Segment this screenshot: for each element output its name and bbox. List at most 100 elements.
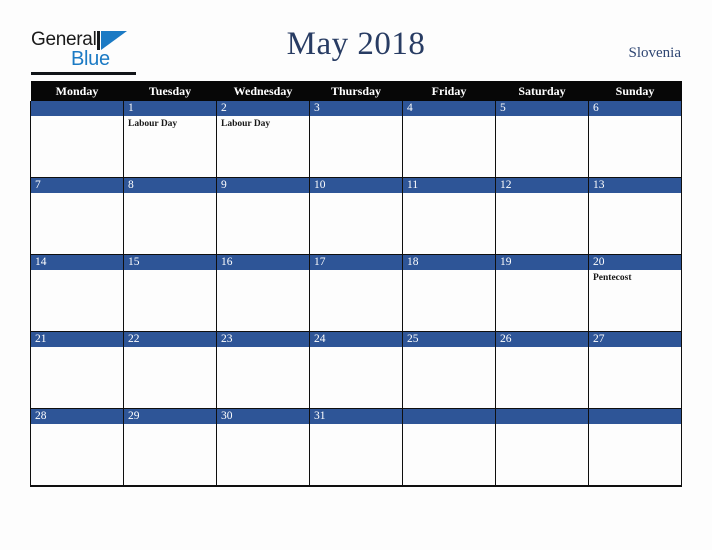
day-number — [403, 409, 495, 424]
day-number: 19 — [496, 255, 588, 270]
calendar-day-cell[interactable]: 19 — [495, 254, 589, 332]
calendar-day-cell[interactable]: 9 — [216, 177, 310, 255]
day-number: 31 — [310, 409, 402, 424]
page-header: General Blue May 2018 Slovenia — [0, 0, 712, 80]
day-events — [31, 193, 123, 196]
day-events — [217, 424, 309, 427]
day-number: 18 — [403, 255, 495, 270]
calendar-day-cell[interactable]: 26 — [495, 331, 589, 409]
calendar-day-cell[interactable]: 18 — [402, 254, 496, 332]
day-events — [310, 424, 402, 427]
weekday-header-sunday: Sunday — [588, 81, 682, 101]
day-events — [496, 424, 588, 427]
day-number — [31, 101, 123, 116]
day-number: 10 — [310, 178, 402, 193]
day-number: 4 — [403, 101, 495, 116]
day-events: Pentecost — [589, 270, 681, 284]
day-events — [496, 347, 588, 350]
calendar-day-cell[interactable]: 11 — [402, 177, 496, 255]
day-number: 6 — [589, 101, 681, 116]
calendar-day-cell[interactable]: 17 — [309, 254, 403, 332]
day-number — [589, 409, 681, 424]
day-events — [124, 193, 216, 196]
day-number: 16 — [217, 255, 309, 270]
logo-underline — [31, 72, 136, 75]
calendar-empty-cell[interactable] — [495, 408, 589, 487]
day-events — [589, 116, 681, 119]
weekday-header-friday: Friday — [402, 81, 496, 101]
calendar-body: 1 Labour Day 2 Labour Day 3 4 5 6 7 8 9 10 11 12 13 14 1… — [30, 101, 682, 487]
holiday-label: Pentecost — [593, 273, 632, 283]
calendar-day-cell[interactable]: 31 — [309, 408, 403, 487]
day-number: 12 — [496, 178, 588, 193]
day-events — [403, 270, 495, 273]
weekday-header-row: Monday Tuesday Wednesday Thursday Friday Satu… — [30, 81, 682, 101]
calendar-grid: Monday Tuesday Wednesday Thursday Friday Satu… — [30, 81, 682, 487]
day-number: 14 — [31, 255, 123, 270]
weekday-header-thursday: Thursday — [309, 81, 403, 101]
day-events — [589, 193, 681, 196]
calendar-day-cell[interactable]: 25 — [402, 331, 496, 409]
weekday-header-tuesday: Tuesday — [123, 81, 217, 101]
calendar-day-cell[interactable]: 4 — [402, 101, 496, 178]
calendar-week-row: 21 22 23 24 25 26 27 — [30, 331, 682, 409]
calendar-day-cell[interactable]: 3 — [309, 101, 403, 178]
day-events — [403, 424, 495, 427]
calendar-day-cell[interactable]: 20 Pentecost — [588, 254, 682, 332]
day-events — [217, 270, 309, 273]
day-number: 21 — [31, 332, 123, 347]
day-number: 5 — [496, 101, 588, 116]
day-number: 20 — [589, 255, 681, 270]
calendar-day-cell[interactable]: 6 — [588, 101, 682, 178]
day-events — [31, 347, 123, 350]
calendar-day-cell[interactable]: 24 — [309, 331, 403, 409]
day-events — [310, 347, 402, 350]
holiday-label: Labour Day — [128, 119, 178, 129]
day-number: 24 — [310, 332, 402, 347]
day-number: 7 — [31, 178, 123, 193]
weekday-header-wednesday: Wednesday — [216, 81, 310, 101]
day-events — [403, 347, 495, 350]
day-number: 30 — [217, 409, 309, 424]
day-events — [496, 193, 588, 196]
day-events — [124, 347, 216, 350]
calendar-day-cell[interactable]: 1 Labour Day — [123, 101, 217, 178]
day-number — [496, 409, 588, 424]
calendar-day-cell[interactable]: 13 — [588, 177, 682, 255]
day-events — [124, 424, 216, 427]
calendar-day-cell[interactable]: 22 — [123, 331, 217, 409]
calendar-empty-cell[interactable] — [30, 101, 124, 178]
calendar-empty-cell[interactable] — [402, 408, 496, 487]
day-number: 11 — [403, 178, 495, 193]
day-number: 13 — [589, 178, 681, 193]
calendar-day-cell[interactable]: 28 — [30, 408, 124, 487]
day-number: 15 — [124, 255, 216, 270]
day-number: 29 — [124, 409, 216, 424]
day-events — [310, 116, 402, 119]
calendar-day-cell[interactable]: 27 — [588, 331, 682, 409]
calendar-day-cell[interactable]: 29 — [123, 408, 217, 487]
calendar-week-row: 1 Labour Day 2 Labour Day 3 4 5 6 — [30, 101, 682, 178]
calendar-week-row: 7 8 9 10 11 12 13 — [30, 177, 682, 255]
calendar-day-cell[interactable]: 21 — [30, 331, 124, 409]
calendar-day-cell[interactable]: 7 — [30, 177, 124, 255]
day-number: 28 — [31, 409, 123, 424]
calendar-day-cell[interactable]: 12 — [495, 177, 589, 255]
calendar-day-cell[interactable]: 15 — [123, 254, 217, 332]
calendar-day-cell[interactable]: 2 Labour Day — [216, 101, 310, 178]
day-events — [31, 424, 123, 427]
calendar-day-cell[interactable]: 14 — [30, 254, 124, 332]
calendar-day-cell[interactable]: 16 — [216, 254, 310, 332]
calendar-day-cell[interactable]: 30 — [216, 408, 310, 487]
calendar-day-cell[interactable]: 10 — [309, 177, 403, 255]
day-events — [310, 193, 402, 196]
day-events — [496, 270, 588, 273]
weekday-header-saturday: Saturday — [495, 81, 589, 101]
weekday-header-monday: Monday — [30, 81, 124, 101]
calendar-day-cell[interactable]: 23 — [216, 331, 310, 409]
day-events — [31, 270, 123, 273]
calendar-empty-cell[interactable] — [588, 408, 682, 487]
calendar-day-cell[interactable]: 5 — [495, 101, 589, 178]
calendar-day-cell[interactable]: 8 — [123, 177, 217, 255]
day-number: 8 — [124, 178, 216, 193]
